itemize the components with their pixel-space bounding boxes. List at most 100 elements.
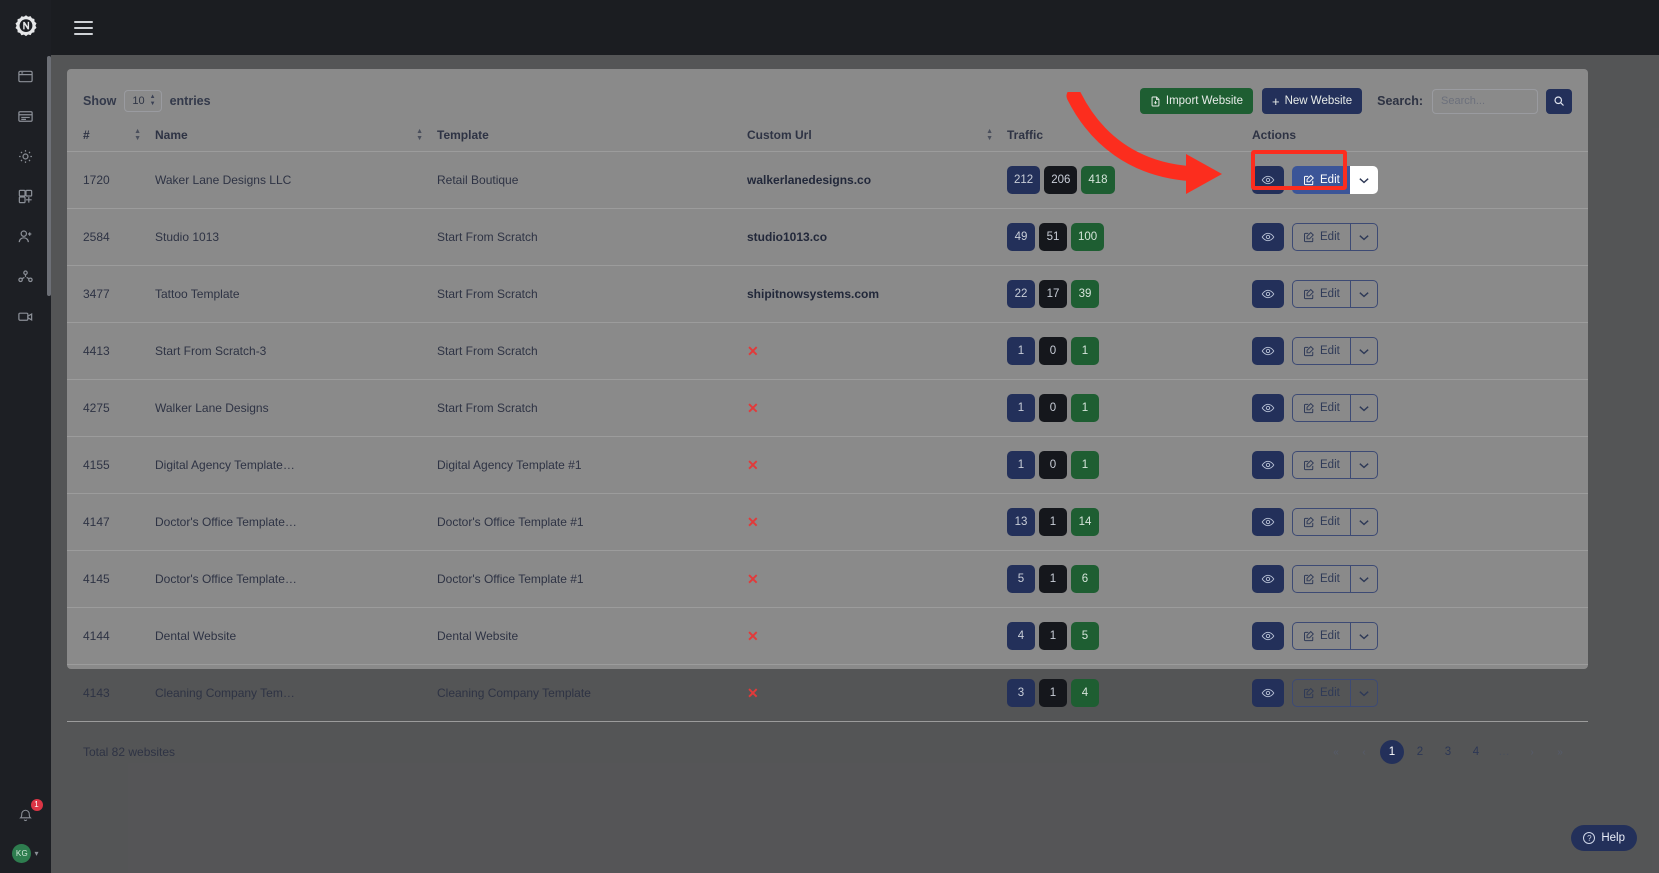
column-header-template[interactable]: Template (437, 119, 747, 152)
cell-custom-url: ✕ (747, 664, 1007, 722)
edit-dropdown-toggle[interactable] (1349, 679, 1378, 707)
column-header-custom-url[interactable]: Custom Url ▲ ▼ (747, 119, 1007, 152)
edit-label: Edit (1320, 573, 1340, 585)
traffic-badge-visits: 3 (1007, 679, 1035, 707)
preview-button[interactable] (1252, 451, 1284, 479)
table-toolbar: Show 10 ▲ ▼ entries Import Website + New … (67, 69, 1588, 119)
pagination-page-2[interactable]: 2 (1408, 740, 1432, 764)
column-header-traffic[interactable]: Traffic (1007, 119, 1252, 152)
edit-dropdown-toggle[interactable] (1349, 508, 1378, 536)
cell-name: Doctor's Office Template… (155, 550, 437, 608)
sidebar-item-settings[interactable] (0, 143, 51, 169)
edit-button[interactable]: Edit (1292, 508, 1350, 536)
row-actions: Edit (1252, 394, 1588, 422)
row-actions: Edit (1252, 166, 1588, 194)
chevron-down-icon (1359, 234, 1369, 240)
edit-dropdown-toggle[interactable] (1349, 451, 1378, 479)
preview-button[interactable] (1252, 679, 1284, 707)
user-menu[interactable]: KG ▾ (12, 844, 39, 863)
sidebar-item-videos[interactable] (0, 303, 51, 329)
preview-button[interactable] (1252, 166, 1284, 194)
edit-button[interactable]: Edit (1292, 223, 1350, 251)
app-logo[interactable] (0, 0, 51, 55)
help-button[interactable]: ? Help (1571, 825, 1637, 851)
pagination-next[interactable]: › (1520, 740, 1544, 764)
cell-name: Cleaning Company Tem… (155, 664, 437, 722)
edit-dropdown-toggle[interactable] (1349, 166, 1378, 194)
chevron-down-icon (1359, 405, 1369, 411)
edit-label: Edit (1320, 231, 1340, 243)
edit-button[interactable]: Edit (1292, 394, 1350, 422)
cell-custom-url: ✕ (747, 550, 1007, 608)
websites-table: # ▲ ▼ Name ▲ ▼ Template Custom Url ▲ ▼ T… (67, 119, 1588, 722)
edit-button[interactable]: Edit (1292, 280, 1350, 308)
cell-actions: Edit (1252, 550, 1588, 608)
sidebar-scrollbar[interactable] (47, 56, 51, 296)
pagination-page-1[interactable]: 1 (1380, 740, 1404, 764)
x-mark-icon: ✕ (747, 627, 759, 644)
table-head: # ▲ ▼ Name ▲ ▼ Template Custom Url ▲ ▼ T… (67, 119, 1588, 152)
row-actions: Edit (1252, 679, 1588, 707)
edit-dropdown-toggle[interactable] (1349, 223, 1378, 251)
pagination-page-3[interactable]: 3 (1436, 740, 1460, 764)
cell-name: Tattoo Template (155, 265, 437, 323)
pencil-square-icon (1304, 573, 1314, 585)
preview-button[interactable] (1252, 337, 1284, 365)
import-website-label: Import Website (1165, 95, 1243, 107)
edit-button[interactable]: Edit (1292, 166, 1350, 194)
row-actions: Edit (1252, 280, 1588, 308)
preview-button[interactable] (1252, 508, 1284, 536)
search-button[interactable] (1546, 88, 1572, 114)
pagination-prev[interactable]: ‹ (1352, 740, 1376, 764)
column-header-id[interactable]: # ▲ ▼ (67, 119, 155, 152)
search-input[interactable] (1432, 88, 1538, 114)
traffic-badge-visits: 1 (1007, 394, 1035, 422)
traffic-badges: 314 (1007, 679, 1252, 707)
sidebar-item-websites[interactable] (0, 63, 51, 89)
eye-icon (1261, 688, 1275, 698)
preview-button[interactable] (1252, 223, 1284, 251)
traffic-badges: 516 (1007, 565, 1252, 593)
cell-actions: Edit (1252, 265, 1588, 323)
column-label-traffic: Traffic (1007, 128, 1044, 142)
preview-button[interactable] (1252, 394, 1284, 422)
new-website-button[interactable]: + New Website (1262, 88, 1363, 114)
edit-button[interactable]: Edit (1292, 451, 1350, 479)
edit-button[interactable]: Edit (1292, 337, 1350, 365)
edit-button[interactable]: Edit (1292, 679, 1350, 707)
search-label: Search: (1377, 94, 1423, 108)
pagination-first[interactable]: « (1324, 740, 1348, 764)
traffic-badges: 22 17 39 (1007, 280, 1252, 308)
edit-label: Edit (1320, 288, 1340, 300)
pagination-last[interactable]: » (1548, 740, 1572, 764)
sidebar-item-users[interactable] (0, 223, 51, 249)
sidebar-item-integrations[interactable] (0, 183, 51, 209)
column-header-name[interactable]: Name ▲ ▼ (155, 119, 437, 152)
cell-template: Retail Boutique (437, 151, 747, 209)
total-count-label: Total 82 websites (83, 745, 176, 759)
hamburger-menu-icon[interactable] (74, 15, 100, 41)
edit-dropdown-toggle[interactable] (1349, 337, 1378, 365)
edit-button[interactable]: Edit (1292, 565, 1350, 593)
traffic-badge-visits: 1 (1007, 451, 1035, 479)
edit-dropdown-toggle[interactable] (1349, 565, 1378, 593)
import-website-button[interactable]: Import Website (1139, 88, 1253, 114)
chevron-down-icon (1359, 462, 1369, 468)
cell-custom-url: ✕ (747, 379, 1007, 437)
preview-button[interactable] (1252, 622, 1284, 650)
sidebar-item-network[interactable] (0, 263, 51, 289)
preview-button[interactable] (1252, 565, 1284, 593)
edit-button-group: Edit (1292, 337, 1378, 365)
puzzle-icon (18, 189, 33, 203)
edit-dropdown-toggle[interactable] (1349, 622, 1378, 650)
preview-button[interactable] (1252, 280, 1284, 308)
cell-id: 4155 (67, 436, 155, 494)
edit-button[interactable]: Edit (1292, 622, 1350, 650)
notifications-button[interactable]: 1 (13, 799, 43, 828)
sidebar-item-pages[interactable] (0, 103, 51, 129)
edit-dropdown-toggle[interactable] (1349, 280, 1378, 308)
edit-dropdown-toggle[interactable] (1349, 394, 1378, 422)
page-size-select[interactable]: 10 ▲ ▼ (124, 90, 162, 112)
pagination-page-4[interactable]: 4 (1464, 740, 1488, 764)
column-label-template: Template (437, 128, 489, 142)
